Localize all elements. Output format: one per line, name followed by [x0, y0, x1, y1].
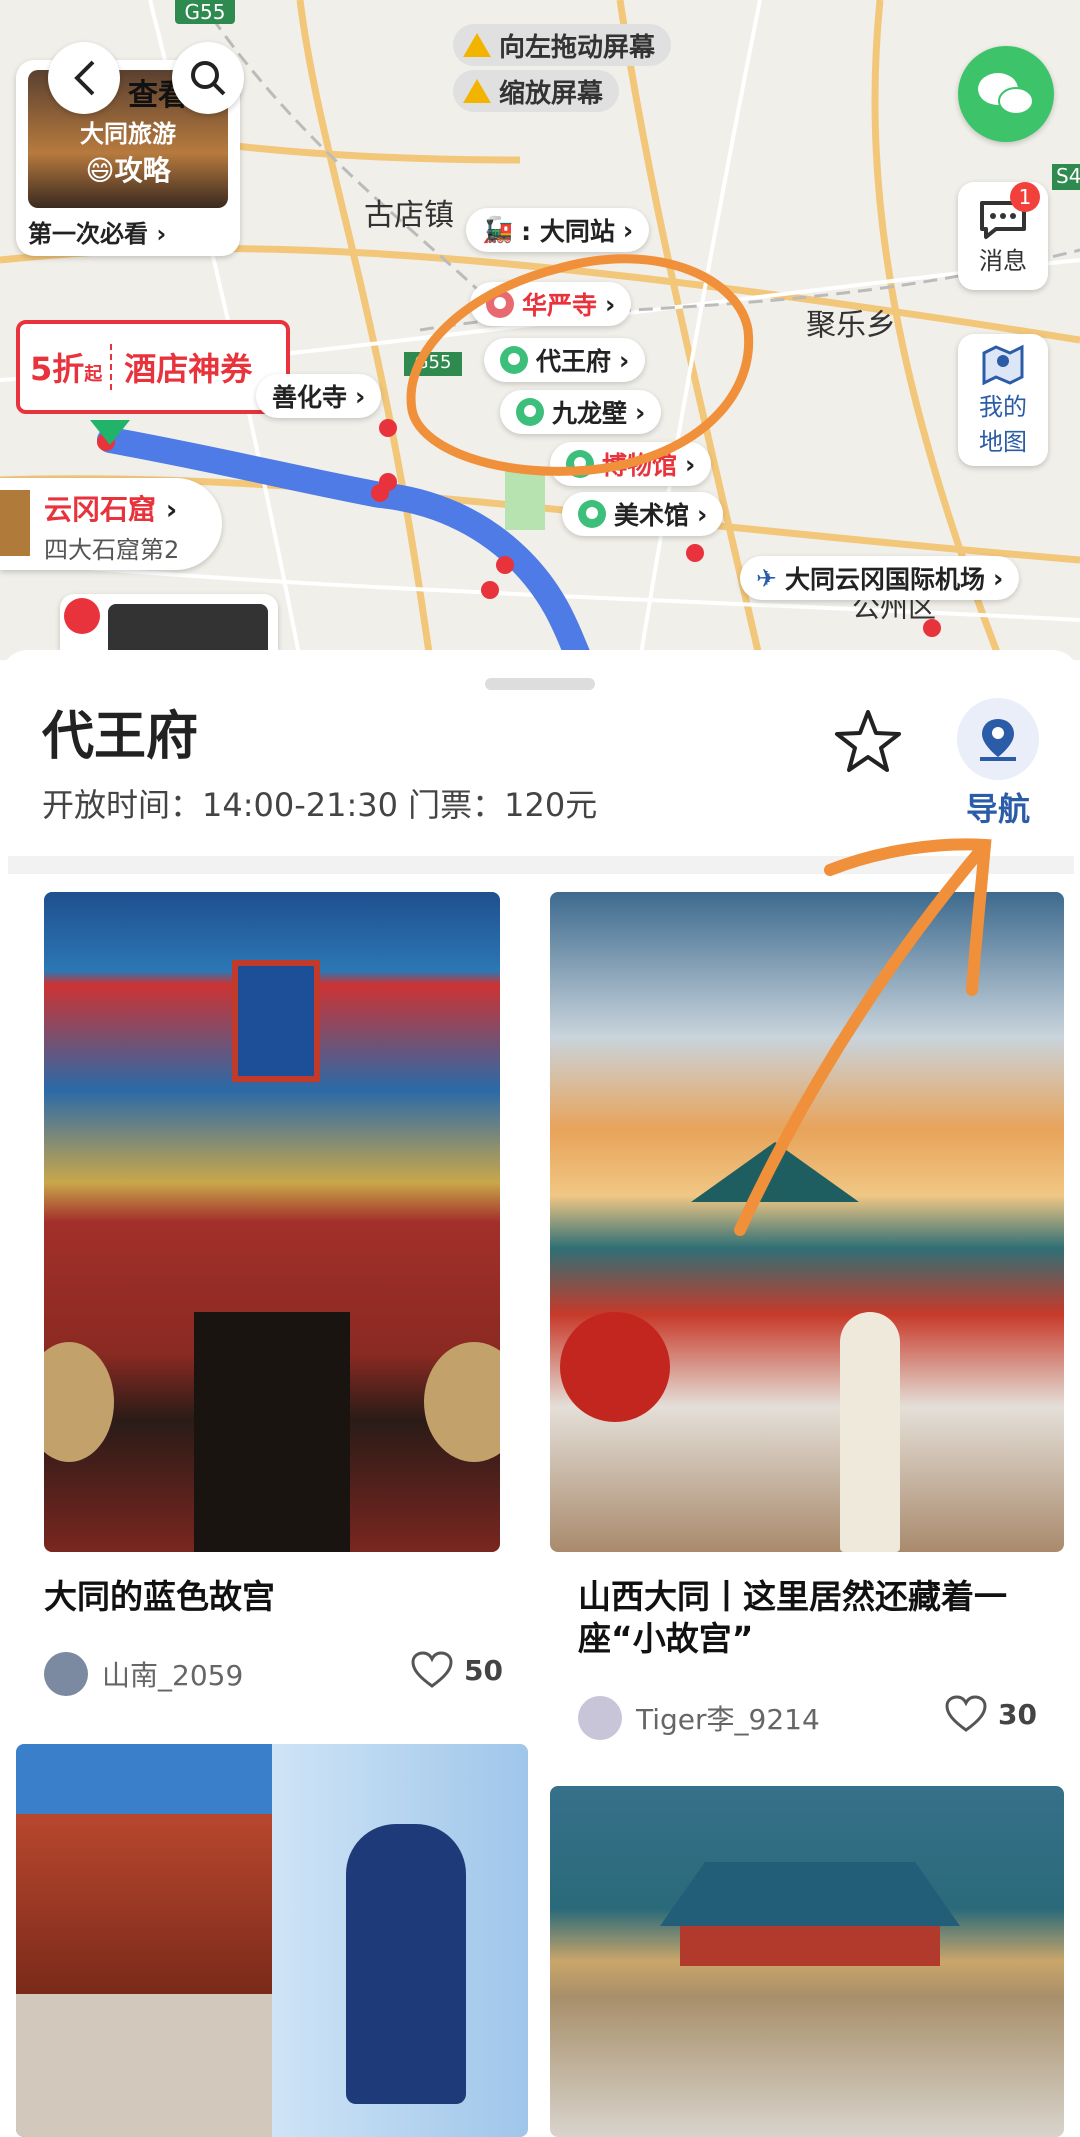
annotation-overlay — [406, 254, 992, 1236]
annotation-circle — [406, 254, 754, 476]
annotation-arrow — [734, 839, 991, 1236]
